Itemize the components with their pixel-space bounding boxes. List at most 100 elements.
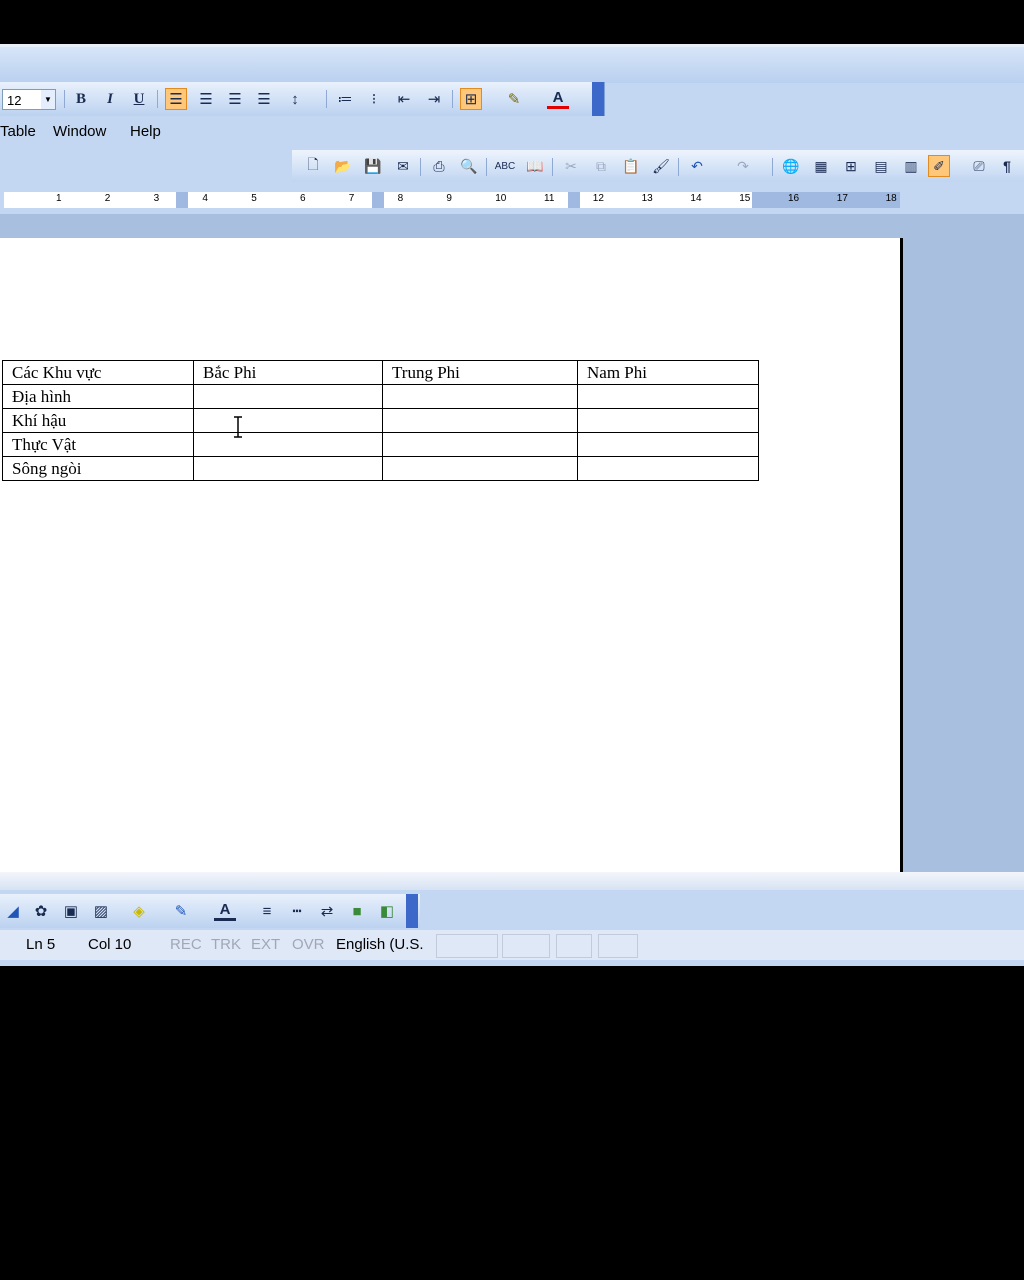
table-cell[interactable]: Bắc Phi (193, 360, 383, 385)
ruler-number: 1 (56, 193, 62, 204)
menu-help[interactable]: Help (130, 123, 161, 140)
new-document-icon[interactable]: 🗋 (302, 155, 324, 177)
table-row: Khí hậu (2, 408, 759, 433)
arrow-style-icon[interactable]: ⇄ (316, 900, 338, 922)
table-cell[interactable]: Sông ngòi (2, 456, 194, 481)
table-cell[interactable]: Địa hình (2, 384, 194, 409)
text-cursor-icon (234, 416, 242, 438)
undo-icon[interactable]: ↶ (686, 155, 708, 177)
horizontal-ruler[interactable]: 1 2 3 4 5 6 7 8 9 10 11 12 13 14 15 16 17 18 (0, 188, 904, 212)
status-rec[interactable]: REC (170, 936, 202, 953)
table-cell[interactable] (193, 432, 383, 457)
ruler-column-marker[interactable] (176, 192, 188, 208)
print-icon[interactable]: ⎙ (428, 155, 450, 177)
table-cell[interactable]: Các Khu vực (2, 360, 194, 385)
draw-font-color-icon[interactable]: A (214, 900, 236, 921)
status-ext[interactable]: EXT (251, 936, 280, 953)
justify-icon[interactable]: ☰ (253, 88, 275, 110)
table-cell[interactable] (382, 456, 578, 481)
increase-indent-icon[interactable]: ⇥ (423, 88, 445, 110)
shadow-style-icon[interactable]: ■ (346, 900, 368, 922)
ruler-column-marker[interactable] (372, 192, 384, 208)
bullets-icon[interactable]: ⁝ (363, 88, 385, 110)
table-cell[interactable] (382, 384, 578, 409)
line-style-icon[interactable]: ≡ (256, 900, 278, 922)
table-cell[interactable] (577, 432, 759, 457)
horizontal-scrollbar[interactable] (0, 872, 1024, 890)
line-color-icon[interactable]: ✎ (170, 900, 192, 922)
decrease-indent-icon[interactable]: ⇤ (393, 88, 415, 110)
menu-window[interactable]: Window (53, 123, 106, 140)
drawing-toolbar: ◢ ✿ ▣ ▨ ◈ ✎ A ≡ ┅ ⇄ ■ ◧ (0, 894, 420, 928)
title-strip (0, 44, 1024, 83)
table-cell[interactable]: Khí hậu (2, 408, 194, 433)
drawing-icon[interactable]: ✐ (928, 155, 950, 177)
align-center-icon[interactable]: ☰ (195, 88, 217, 110)
format-painter-icon[interactable]: 🖌 (650, 155, 672, 177)
diagram-icon[interactable]: ✿ (30, 900, 52, 922)
copy-icon[interactable]: ⧉ (590, 155, 612, 177)
status-ovr[interactable]: OVR (292, 936, 325, 953)
save-icon[interactable]: 💾 (362, 155, 384, 177)
highlight-icon[interactable]: ✎ (503, 88, 525, 110)
align-left-icon[interactable]: ☰ (165, 88, 187, 110)
font-size-value: 12 (7, 93, 22, 108)
toolbar-options-grip[interactable] (592, 82, 604, 116)
show-hide-icon[interactable]: ¶ (996, 155, 1018, 177)
ruler-number: 6 (300, 193, 306, 204)
insert-table-icon[interactable]: ⊞ (840, 155, 862, 177)
open-icon[interactable]: 📂 (332, 155, 354, 177)
columns-icon[interactable]: ▥ (900, 155, 922, 177)
paste-icon[interactable]: 📋 (620, 155, 642, 177)
print-preview-icon[interactable]: 🔍 (458, 155, 480, 177)
wordart-icon[interactable]: ◢ (2, 900, 24, 922)
status-panel (436, 934, 498, 958)
permission-icon[interactable]: ✉ (392, 155, 414, 177)
hyperlink-icon[interactable]: 🌐 (780, 155, 802, 177)
table-cell[interactable] (193, 408, 383, 433)
table-cell[interactable] (577, 384, 759, 409)
line-spacing-icon[interactable]: ↕ (284, 88, 306, 110)
align-right-icon[interactable]: ☰ (224, 88, 246, 110)
redo-icon[interactable]: ↷ (732, 155, 754, 177)
font-color-icon[interactable]: A (547, 88, 569, 109)
menu-table[interactable]: Table (0, 123, 36, 140)
separator (552, 158, 553, 176)
bold-button[interactable]: B (70, 88, 92, 110)
picture-icon[interactable]: ▨ (90, 900, 112, 922)
ruler-number: 18 (885, 193, 897, 204)
numbering-icon[interactable]: ≔ (334, 88, 356, 110)
separator (452, 90, 453, 108)
underline-button[interactable]: U (128, 88, 150, 110)
document-map-icon[interactable]: ⎚ (968, 155, 990, 177)
table-cell[interactable] (577, 408, 759, 433)
borders-icon[interactable]: ⊞ (460, 88, 482, 110)
spelling-icon[interactable]: ABC (494, 155, 516, 177)
font-size-box[interactable]: 12 ▼ (2, 89, 56, 110)
table-cell[interactable]: Thực Vật (2, 432, 194, 457)
document-area: Các Khu vực Bắc Phi Trung Phi Nam Phi Đị… (0, 214, 1024, 878)
table-cell[interactable] (193, 384, 383, 409)
clipart-icon[interactable]: ▣ (60, 900, 82, 922)
tables-borders-icon[interactable]: ▦ (810, 155, 832, 177)
research-icon[interactable]: 📖 (524, 155, 546, 177)
table-cell[interactable]: Nam Phi (577, 360, 759, 385)
ruler-number: 2 (104, 193, 111, 204)
italic-button[interactable]: I (99, 88, 121, 110)
table-cell[interactable] (382, 432, 578, 457)
cut-icon[interactable]: ✂ (560, 155, 582, 177)
ruler-column-marker[interactable] (568, 192, 580, 208)
table-cell[interactable] (382, 408, 578, 433)
table-cell[interactable] (193, 456, 383, 481)
document-page[interactable]: Các Khu vực Bắc Phi Trung Phi Nam Phi Đị… (0, 238, 903, 878)
toolbar-options-grip[interactable] (406, 894, 418, 928)
status-trk[interactable]: TRK (211, 936, 241, 953)
data-table[interactable]: Các Khu vực Bắc Phi Trung Phi Nam Phi Đị… (2, 360, 759, 481)
fill-color-icon[interactable]: ◈ (128, 900, 150, 922)
table-cell[interactable]: Trung Phi (382, 360, 578, 385)
dash-style-icon[interactable]: ┅ (286, 900, 308, 922)
3d-style-icon[interactable]: ◧ (376, 900, 398, 922)
insert-excel-icon[interactable]: ▤ (870, 155, 892, 177)
table-cell[interactable] (577, 456, 759, 481)
chevron-down-icon[interactable]: ▼ (41, 90, 55, 109)
